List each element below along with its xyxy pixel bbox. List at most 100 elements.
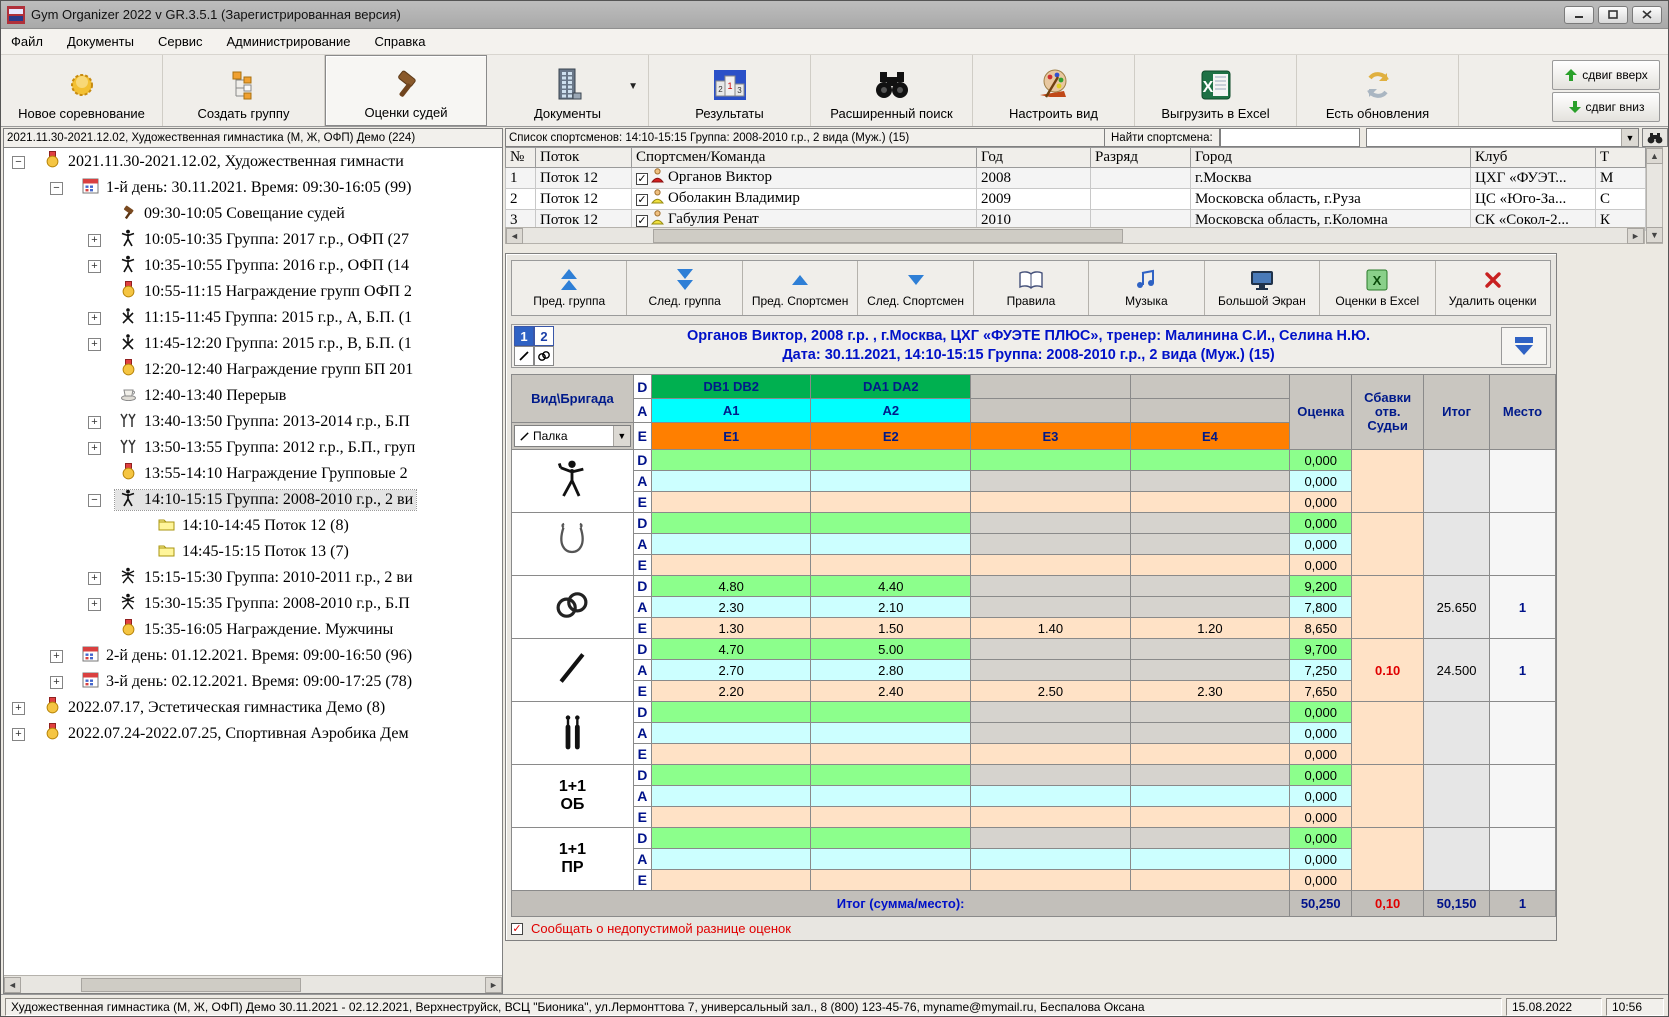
score-cell[interactable]	[1130, 597, 1290, 618]
score-cell[interactable]: 4.70	[651, 639, 811, 660]
score-cell[interactable]: 4.80	[651, 576, 811, 597]
scroll-down-icon[interactable]: ▼	[1646, 227, 1663, 243]
tree-expander-icon[interactable]: −	[12, 156, 25, 169]
apparatus-group-2[interactable]: D4.804.409,20025.6501A2.302.107,800E1.30…	[512, 576, 1556, 639]
athlete-checkbox[interactable]: ✓	[636, 215, 648, 227]
delete-scores-button[interactable]: Удалить оценки	[1436, 261, 1550, 315]
score-cell[interactable]	[971, 513, 1131, 534]
score-cell[interactable]	[651, 723, 811, 744]
score-cell[interactable]	[651, 828, 811, 849]
score-cell[interactable]	[1130, 576, 1290, 597]
score-cell[interactable]	[971, 786, 1131, 807]
score-cell[interactable]	[1130, 849, 1290, 870]
score-cell[interactable]: 2.20	[651, 681, 811, 702]
score-cell[interactable]	[1130, 492, 1290, 513]
menu-item-2[interactable]: Сервис	[158, 34, 203, 49]
score-cell[interactable]	[1130, 702, 1290, 723]
score-cell[interactable]	[971, 702, 1131, 723]
configure-view-button[interactable]: Настроить вид	[973, 55, 1135, 126]
score-cell[interactable]	[971, 639, 1131, 660]
score-cell[interactable]	[651, 786, 811, 807]
score-cell[interactable]: 1.50	[811, 618, 971, 639]
stick-apparatus-icon[interactable]	[514, 346, 534, 366]
score-cell[interactable]	[651, 849, 811, 870]
rules-button[interactable]: Правила	[974, 261, 1089, 315]
tree-item-16[interactable]: +15:15-15:30 Группа: 2010-2011 г.р., 2 в…	[4, 565, 502, 591]
athlete-row-1[interactable]: 1Поток 12✓Органов Виктор2008г.МоскваЦХГ …	[506, 168, 1646, 189]
advanced-search-button[interactable]: Расширенный поиск	[811, 55, 973, 126]
documents-button[interactable]: ▼Документы	[487, 55, 649, 126]
tree-expander-icon[interactable]: +	[88, 416, 101, 429]
score-cell[interactable]	[971, 660, 1131, 681]
score-cell[interactable]	[1130, 807, 1290, 828]
score-cell[interactable]	[971, 534, 1131, 555]
apparatus-group-4[interactable]: D0,000A0,000E0,000	[512, 702, 1556, 765]
score-cell[interactable]	[811, 534, 971, 555]
score-cell[interactable]	[1130, 660, 1290, 681]
chevron-down-icon[interactable]: ▼	[1621, 129, 1638, 146]
score-cell[interactable]: 2.10	[811, 597, 971, 618]
athlete-col-2[interactable]: Спортсмен/Команда	[632, 148, 977, 168]
next-group-button[interactable]: След. группа	[627, 261, 742, 315]
find-athlete-combo[interactable]: ▼	[1366, 128, 1639, 147]
prev-athlete-button[interactable]: Пред. Спортсмен	[743, 261, 858, 315]
tree-item-12[interactable]: 13:55-14:10 Награждение Групповые 2	[4, 461, 502, 487]
updates-button[interactable]: Есть обновления	[1297, 55, 1459, 126]
tree-expander-icon[interactable]: −	[50, 182, 63, 195]
athlete-vertical-scrollbar[interactable]: ▲ ▼	[1646, 147, 1663, 244]
music-button[interactable]: Музыка	[1089, 261, 1204, 315]
tree-item-20[interactable]: +3-й день: 02.12.2021. Время: 09:00-17:2…	[4, 669, 502, 695]
score-cell[interactable]	[1130, 828, 1290, 849]
score-cell[interactable]: 2.30	[1130, 681, 1290, 702]
next-athlete-button[interactable]: След. Спортсмен	[858, 261, 973, 315]
minimize-button[interactable]	[1564, 6, 1594, 24]
score-cell[interactable]	[811, 450, 971, 471]
score-cell[interactable]	[811, 849, 971, 870]
athlete-col-4[interactable]: Разряд	[1091, 148, 1191, 168]
scroll-right-icon[interactable]: ►	[485, 977, 502, 993]
tree-item-7[interactable]: +11:45-12:20 Группа: 2015 г.р., В, Б.П. …	[4, 331, 502, 357]
athlete-col-6[interactable]: Клуб	[1471, 148, 1596, 168]
score-cell[interactable]	[651, 513, 811, 534]
tree-item-15[interactable]: 14:45-15:15 Поток 13 (7)	[4, 539, 502, 565]
score-cell[interactable]: 1.20	[1130, 618, 1290, 639]
score-cell[interactable]	[651, 534, 811, 555]
tree-expander-icon[interactable]: +	[88, 442, 101, 455]
score-cell[interactable]	[971, 576, 1131, 597]
score-cell[interactable]	[651, 555, 811, 576]
score-cell[interactable]	[1130, 639, 1290, 660]
apparatus-group-6[interactable]: 1+1ПРD0,000A0,000E0,000	[512, 828, 1556, 891]
score-cell[interactable]	[1130, 786, 1290, 807]
apparatus-dropdown[interactable]: Палка▼	[514, 425, 631, 447]
judge-scores-button[interactable]: Оценки судей	[325, 55, 487, 126]
tree-expander-icon[interactable]: +	[88, 338, 101, 351]
tree-item-9[interactable]: 12:40-13:40 Перерыв	[4, 383, 502, 409]
score-cell[interactable]	[971, 555, 1131, 576]
menu-item-1[interactable]: Документы	[67, 34, 134, 49]
athlete-row-2[interactable]: 2Поток 12✓Оболакин Владимир2009Московска…	[506, 189, 1646, 210]
tree-item-2[interactable]: 09:30-10:05 Совещание судей	[4, 201, 502, 227]
score-cell[interactable]	[1130, 765, 1290, 786]
tree-item-17[interactable]: +15:30-15:35 Группа: 2008-2010 г.р., Б.П	[4, 591, 502, 617]
score-cell[interactable]	[811, 765, 971, 786]
tree-expander-icon[interactable]: +	[12, 702, 25, 715]
score-cell[interactable]	[971, 723, 1131, 744]
score-cell[interactable]: 2.40	[811, 681, 971, 702]
athlete-col-5[interactable]: Город	[1191, 148, 1471, 168]
prev-group-button[interactable]: Пред. группа	[512, 261, 627, 315]
score-cell[interactable]	[811, 492, 971, 513]
tree-item-1[interactable]: −1-й день: 30.11.2021. Время: 09:30-16:0…	[4, 175, 502, 201]
score-cell[interactable]: 4.40	[811, 576, 971, 597]
new-competition-button[interactable]: Новое соревнование	[1, 55, 163, 126]
score-cell[interactable]	[811, 807, 971, 828]
tree-expander-icon[interactable]: +	[88, 260, 101, 273]
score-cell[interactable]	[1130, 744, 1290, 765]
score-cell[interactable]: 2.30	[651, 597, 811, 618]
score-cell[interactable]	[811, 870, 971, 891]
score-cell[interactable]: 1.30	[651, 618, 811, 639]
score-cell[interactable]	[971, 597, 1131, 618]
apparatus-group-3[interactable]: D4.705.009,7000.1024.5001A2.702.807,250E…	[512, 639, 1556, 702]
score-cell[interactable]	[811, 723, 971, 744]
tree-expander-icon[interactable]: +	[50, 650, 63, 663]
tree-item-22[interactable]: +2022.07.24-2022.07.25, Спортивная Аэроб…	[4, 721, 502, 747]
